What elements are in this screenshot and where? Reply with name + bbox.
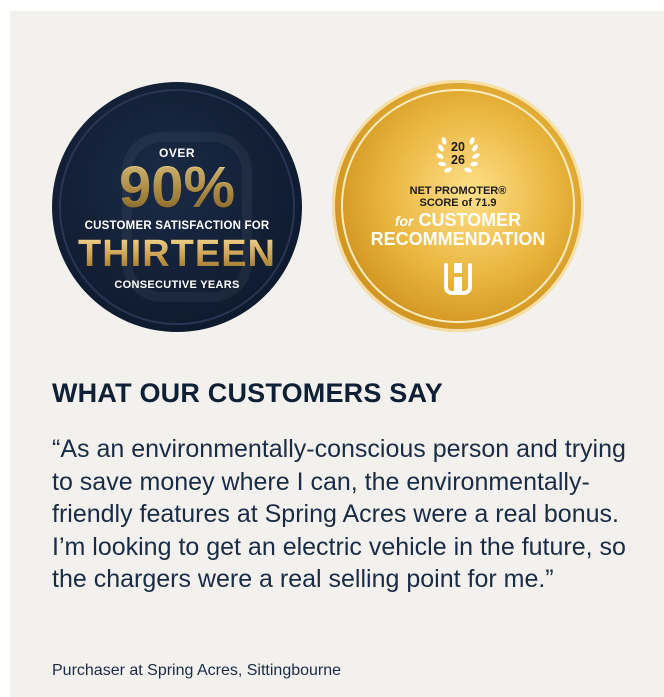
- testimonial-attribution: Purchaser at Spring Acres, Sittingbourne: [52, 662, 342, 679]
- testimonial-quote: “As an environmentally-conscious person …: [52, 435, 626, 594]
- badge-percent: 90%: [118, 154, 236, 220]
- badge-consecutive-years: CONSECUTIVE YEARS: [114, 278, 240, 291]
- nps-customer: CUSTOMER: [418, 210, 522, 230]
- badge-satisfaction-line: CUSTOMER SATISFACTION FOR: [84, 219, 270, 232]
- badge-years-word: THIRTEEN: [78, 232, 276, 275]
- nps-for: for: [394, 213, 414, 229]
- nps-score: SCORE of 71.9: [419, 197, 497, 209]
- nps-for-customer: for CUSTOMER: [395, 211, 521, 230]
- testimonial-card: OVER 90% CUSTOMER SATISFACTION FOR THIRT…: [10, 11, 664, 697]
- brand-logo-icon: [441, 259, 475, 297]
- laurel-wreath-icon: 20 26: [430, 133, 486, 179]
- award-badges: OVER 90% CUSTOMER SATISFACTION FOR THIRT…: [10, 11, 664, 341]
- section-heading: WHAT OUR CUSTOMERS SAY: [52, 378, 443, 408]
- satisfaction-badge: OVER 90% CUSTOMER SATISFACTION FOR THIRT…: [52, 82, 302, 332]
- nps-recommendation: RECOMMENDATION: [370, 229, 546, 249]
- nps-title-line1: NET PROMOTER®: [409, 185, 507, 197]
- nps-badge: 20 26 NET PROMOTER® SCORE of 71.9 for CU…: [332, 80, 584, 332]
- nps-title: NET PROMOTER® SCORE of 71.9: [410, 185, 507, 209]
- badge-year-bottom: 26: [451, 153, 465, 167]
- badge-year: 20 26: [430, 141, 486, 167]
